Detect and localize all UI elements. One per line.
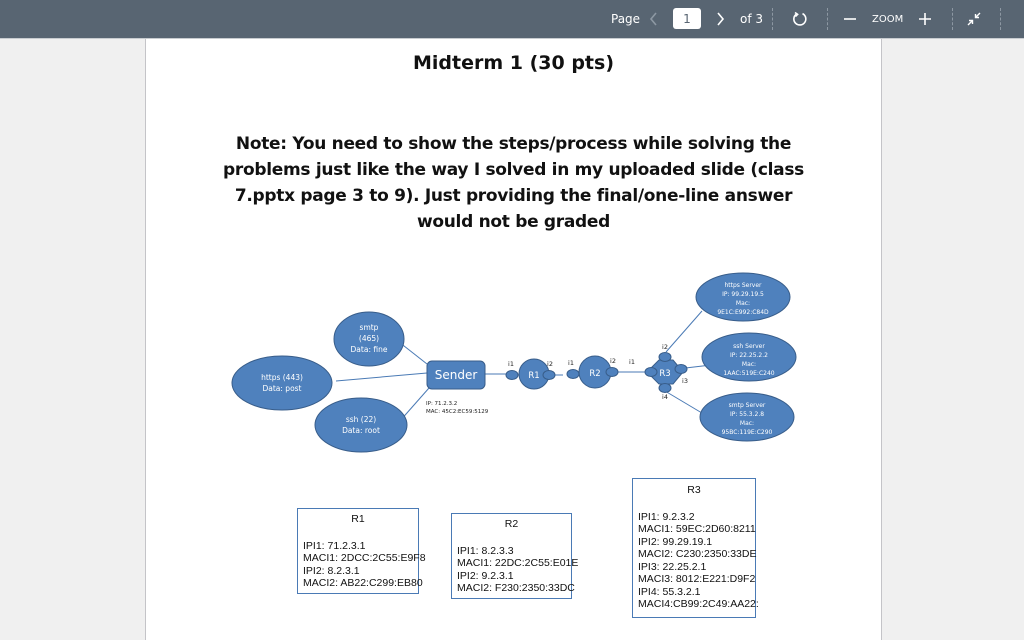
r3-interface-i3	[674, 364, 688, 374]
router-table-title: R2	[504, 518, 519, 530]
router-table-r1: R1 IPI1: 71.2.3.1 MACI1: 2DCC:2C55:E9F8 …	[297, 508, 426, 594]
rotate-button[interactable]	[789, 0, 811, 38]
toolbar-divider	[772, 8, 773, 30]
ssh-server-line: IP: 22.25.2.2	[730, 352, 768, 359]
link-https-sender	[335, 372, 428, 382]
app-ssh-line: Data: root	[342, 426, 380, 435]
smtp-server-line: 95BC:119E:C290	[722, 429, 773, 436]
router-table-line: IPI2: 9.2.3.1	[457, 569, 514, 582]
interface-label: i2	[610, 357, 616, 365]
router-table-line: MACI2: C230:2350:33DE	[638, 548, 757, 560]
sender-label: Sender	[435, 368, 478, 382]
collapse-arrows-icon	[967, 12, 981, 26]
r3-interface-i4	[658, 383, 672, 393]
app-smtp-line: (465)	[359, 334, 379, 343]
ssh-server-line: ssh Server	[733, 343, 765, 350]
page-label: Page	[611, 12, 641, 26]
router-table-line: MACI2: F230:2350:33DC	[457, 582, 575, 594]
page-label-wrap: Page	[611, 0, 640, 38]
collapse-button[interactable]	[965, 0, 983, 38]
toolbar-divider	[952, 8, 953, 30]
sender-ip: IP: 71.2.3.2	[426, 401, 457, 407]
router-r3-label: R3	[659, 369, 670, 379]
app-ssh-line: ssh (22)	[346, 415, 376, 424]
https-server-line: https Server	[724, 282, 762, 289]
router-table-line: IPI4: 55.3.2.1	[638, 585, 701, 598]
pdf-toolbar: Page of 3 ZOOM	[0, 0, 1024, 39]
https-server-line: Mac:	[736, 300, 750, 307]
r2-interface-i2	[605, 367, 619, 377]
router-table-line: IPI1: 71.2.3.1	[303, 539, 366, 552]
router-table-line: IPI2: 99.29.19.1	[638, 535, 713, 548]
router-table-r3: R3 IPI1: 9.2.3.2 MACI1: 59EC:2D60:8211 I…	[632, 478, 759, 618]
app-https-line: Data: post	[262, 384, 301, 393]
router-r1-label: R1	[528, 371, 539, 381]
interface-label: i3	[682, 377, 688, 385]
r1-interface-i1	[505, 370, 519, 380]
interface-label: i1	[629, 358, 635, 366]
app-ssh-node	[314, 397, 408, 453]
prev-page-button[interactable]	[645, 0, 663, 38]
link-r3-https-server	[665, 310, 703, 353]
router-table-line: MACI2: AB22:C299:EB80	[303, 577, 423, 589]
interface-label: i2	[662, 343, 668, 351]
next-page-button[interactable]	[711, 0, 729, 38]
zoom-label-wrap: ZOOM	[872, 0, 903, 38]
router-table-line: MACI4:CB99:2C49:AA22:	[638, 598, 759, 610]
interface-label: i4	[662, 393, 668, 401]
r2-interface-i1	[566, 369, 580, 379]
router-table-line: IPI2: 8.2.3.1	[303, 564, 360, 577]
interface-label: i1	[508, 360, 514, 368]
toolbar-divider	[827, 8, 828, 30]
page-number-input[interactable]	[673, 8, 701, 29]
router-table-title: R3	[687, 484, 701, 496]
pdf-page: Midterm 1 (30 pts) Note: You need to sho…	[145, 39, 882, 640]
router-table-r2: R2 IPI1: 8.2.3.3 MACI1: 22DC:2C55:E01E I…	[451, 513, 579, 599]
zoom-label: ZOOM	[872, 13, 904, 25]
sender-mac: MAC: 45C2:EC59:5129	[426, 409, 489, 415]
app-smtp-line: Data: fine	[351, 345, 388, 354]
app-https-line: https (443)	[261, 373, 303, 382]
router-table-line: IPI3: 22.25.2.1	[638, 560, 707, 573]
app-smtp-line: smtp	[360, 323, 379, 332]
ssh-server-line: 1AAC:519E:C240	[723, 370, 774, 377]
router-table-title: R1	[351, 513, 365, 525]
router-table-line: MACI1: 2DCC:2C55:E9F8	[303, 552, 426, 564]
minus-icon	[844, 18, 856, 20]
router-table-line: MACI3: 8012:E221:D9F2	[638, 573, 756, 585]
chevron-right-icon	[717, 12, 725, 26]
zoom-in-button[interactable]	[917, 0, 933, 38]
zoom-out-button[interactable]	[842, 0, 858, 38]
r3-interface-i2	[658, 352, 672, 362]
router-table-line: MACI1: 22DC:2C55:E01E	[457, 557, 579, 569]
router-table-line: IPI1: 9.2.3.2	[638, 510, 695, 523]
page-count-wrap: of 3	[740, 0, 763, 38]
r1-interface-i2	[542, 370, 556, 380]
smtp-server-line: IP: 55.3.2.8	[730, 411, 764, 418]
r3-interface-i1	[644, 367, 658, 377]
https-server-line: 9E1C:E992:C84D	[717, 309, 769, 316]
app-https-node	[231, 355, 333, 411]
rotate-icon	[793, 11, 807, 26]
interface-label: i2	[547, 360, 553, 368]
router-table-line: IPI1: 8.2.3.3	[457, 544, 514, 557]
page-count: of 3	[740, 12, 764, 26]
plus-icon	[919, 13, 931, 25]
smtp-server-line: Mac:	[740, 420, 754, 427]
router-r2-label: R2	[589, 369, 600, 379]
router-table-line: MACI1: 59EC:2D60:8211	[638, 523, 756, 535]
chevron-left-icon	[649, 12, 657, 26]
ssh-server-line: Mac:	[742, 361, 756, 368]
toolbar-divider	[1000, 8, 1001, 30]
https-server-line: IP: 99.29.19.5	[722, 291, 764, 298]
smtp-server-line: smtp Server	[729, 402, 766, 409]
interface-label: i1	[568, 359, 574, 367]
